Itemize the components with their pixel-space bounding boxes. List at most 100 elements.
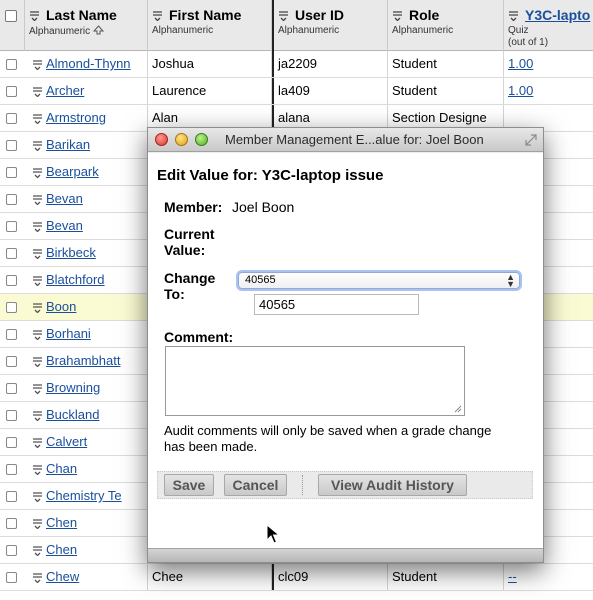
column-header-y3c[interactable]: Y3C-lapto Quiz (out of 1) — [504, 0, 593, 51]
row-checkbox[interactable] — [6, 464, 17, 475]
grade-link[interactable]: 1.00 — [508, 56, 533, 71]
column-menu-icon[interactable] — [508, 10, 519, 21]
dialog-content: Edit Value for: Y3C-laptop issue Member:… — [148, 153, 543, 549]
cell-last-name: Brahambhatt — [25, 348, 148, 374]
column-type: Alphanumeric — [29, 26, 91, 37]
column-header-first-name[interactable]: First Name Alphanumeric — [148, 0, 272, 51]
current-value-label-line2: Value: — [164, 242, 206, 258]
column-header-last-name[interactable]: Last Name Alphanumeric — [25, 0, 148, 51]
row-checkbox[interactable] — [6, 140, 17, 151]
column-menu-icon[interactable] — [29, 10, 40, 21]
last-name-link[interactable]: Chan — [46, 461, 77, 476]
select-all-checkbox[interactable] — [5, 10, 17, 22]
row-checkbox[interactable] — [6, 59, 17, 70]
table-row[interactable]: Archer Laurence la409 Student 1.00 — [0, 78, 593, 105]
cell-last-name: Boon — [25, 294, 148, 320]
last-name-link[interactable]: Calvert — [46, 434, 87, 449]
row-checkbox[interactable] — [6, 275, 17, 286]
row-checkbox[interactable] — [6, 194, 17, 205]
column-title-link[interactable]: Y3C-lapto — [525, 7, 590, 23]
row-checkbox[interactable] — [6, 86, 17, 97]
last-name-link[interactable]: Buckland — [46, 407, 99, 422]
row-checkbox[interactable] — [6, 491, 17, 502]
cell-last-name: Bevan — [25, 186, 148, 212]
cell-first-name: Chee — [148, 564, 272, 590]
last-name-link[interactable]: Borhani — [46, 326, 91, 341]
cancel-button[interactable]: Cancel — [224, 474, 287, 496]
column-title: Last Name — [46, 7, 117, 23]
view-audit-history-button[interactable]: View Audit History — [318, 474, 467, 496]
cell-last-name: Barikan — [25, 132, 148, 158]
column-menu-icon[interactable] — [392, 10, 403, 21]
cell-last-name: Bearpark — [25, 159, 148, 185]
zoom-window-button[interactable] — [195, 133, 208, 146]
last-name-link[interactable]: Chew — [46, 569, 79, 584]
expand-icon[interactable] — [524, 133, 538, 147]
last-name-link[interactable]: Chemistry Te — [46, 488, 122, 503]
last-name-link[interactable]: Browning — [46, 380, 100, 395]
last-name-link[interactable]: Blatchford — [46, 272, 105, 287]
mouse-pointer-icon — [266, 524, 280, 544]
last-name-link[interactable]: Bevan — [46, 218, 83, 233]
cell-last-name: Chemistry Te — [25, 483, 148, 509]
last-name-link[interactable]: Almond-Thynn — [46, 56, 131, 71]
column-header-user-id[interactable]: User ID Alphanumeric — [272, 0, 388, 51]
cell-last-name: Armstrong — [25, 105, 148, 131]
table-row[interactable]: Almond-Thynn Joshua ja2209 Student 1.00 — [0, 51, 593, 78]
column-type: Alphanumeric — [152, 25, 214, 36]
cell-first-name: Joshua — [148, 51, 272, 77]
cell-last-name: Blatchford — [25, 267, 148, 293]
minimize-window-button[interactable] — [175, 133, 188, 146]
edit-value-dialog: Member Management E...alue for: Joel Boo… — [147, 127, 544, 563]
change-to-input[interactable]: 40565 — [254, 294, 419, 315]
selected-option: 40565 — [245, 274, 276, 286]
last-name-link[interactable]: Boon — [46, 299, 76, 314]
save-button[interactable]: Save — [164, 474, 214, 496]
row-checkbox[interactable] — [6, 248, 17, 259]
close-window-button[interactable] — [155, 133, 168, 146]
column-menu-icon[interactable] — [278, 10, 289, 21]
select-arrows-icon: ▲ ▼ — [506, 272, 515, 289]
table-row[interactable]: Chew Chee clc09 Student -- — [0, 564, 593, 591]
last-name-link[interactable]: Chen — [46, 542, 77, 557]
row-checkbox[interactable] — [6, 437, 17, 448]
row-checkbox[interactable] — [6, 113, 17, 124]
column-menu-icon[interactable] — [152, 10, 163, 21]
row-checkbox[interactable] — [6, 167, 17, 178]
row-checkbox[interactable] — [6, 572, 17, 583]
last-name-link[interactable]: Archer — [46, 83, 84, 98]
comment-textarea[interactable] — [165, 346, 465, 416]
row-checkbox[interactable] — [6, 221, 17, 232]
last-name-link[interactable]: Chen — [46, 515, 77, 530]
cell-first-name: Laurence — [148, 78, 272, 104]
last-name-link[interactable]: Birkbeck — [46, 245, 96, 260]
last-name-link[interactable]: Barikan — [46, 137, 90, 152]
row-checkbox[interactable] — [6, 329, 17, 340]
last-name-link[interactable]: Bevan — [46, 191, 83, 206]
change-to-label-line2: To: — [164, 286, 185, 302]
column-title: First Name — [169, 7, 242, 23]
change-to-select[interactable]: 40565 ▲ ▼ — [238, 272, 520, 289]
row-checkbox[interactable] — [6, 410, 17, 421]
column-header-role[interactable]: Role Alphanumeric — [388, 0, 504, 51]
row-checkbox[interactable] — [6, 383, 17, 394]
resize-grip-icon[interactable] — [454, 405, 462, 413]
cell-last-name: Archer — [25, 78, 148, 104]
cell-last-name: Chan — [25, 456, 148, 482]
window-titlebar[interactable]: Member Management E...alue for: Joel Boo… — [148, 128, 543, 152]
row-checkbox[interactable] — [6, 518, 17, 529]
last-name-link[interactable]: Bearpark — [46, 164, 99, 179]
row-checkbox[interactable] — [6, 356, 17, 367]
grade-link[interactable]: 1.00 — [508, 83, 533, 98]
last-name-link[interactable]: Armstrong — [46, 110, 106, 125]
cell-role: Student — [388, 51, 504, 77]
cell-last-name: Buckland — [25, 402, 148, 428]
cell-y3c-grade: 1.00 — [504, 51, 593, 77]
cell-last-name: Birkbeck — [25, 240, 148, 266]
sort-ascending-icon[interactable] — [92, 25, 105, 35]
row-checkbox[interactable] — [6, 302, 17, 313]
grade-link[interactable]: -- — [508, 569, 517, 584]
last-name-link[interactable]: Brahambhatt — [46, 353, 120, 368]
row-checkbox[interactable] — [6, 545, 17, 556]
column-type: Quiz — [508, 25, 529, 36]
